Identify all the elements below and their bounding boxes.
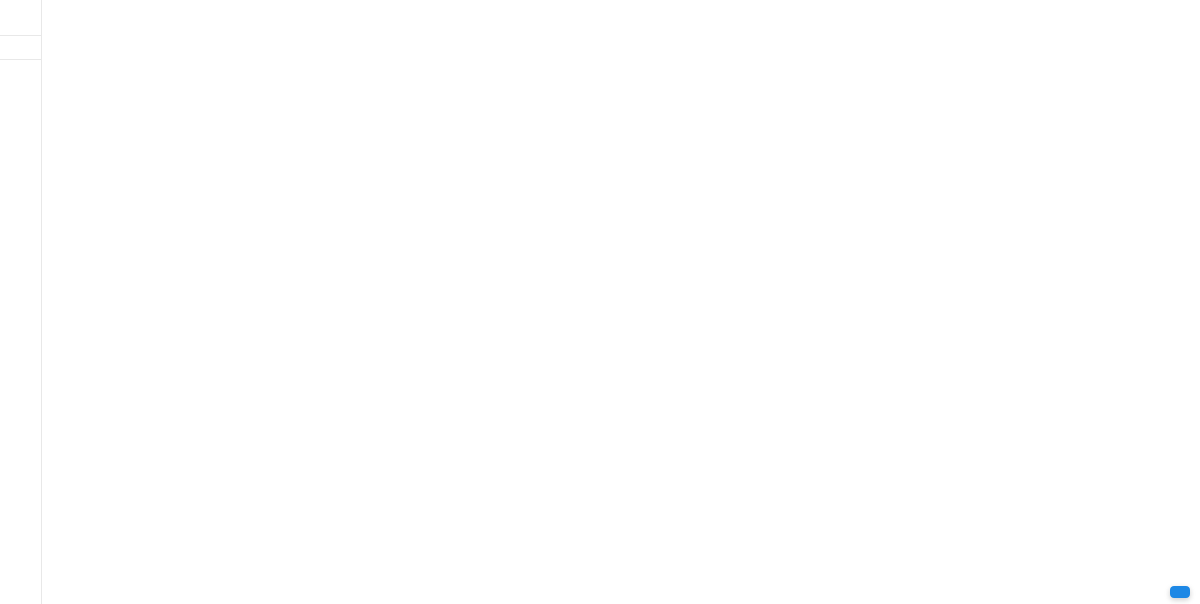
allday-label [0, 36, 41, 60]
week-number [0, 0, 41, 36]
time-column [0, 0, 42, 604]
add-task-button[interactable] [1170, 586, 1190, 598]
calendar-week-view [0, 0, 1200, 604]
